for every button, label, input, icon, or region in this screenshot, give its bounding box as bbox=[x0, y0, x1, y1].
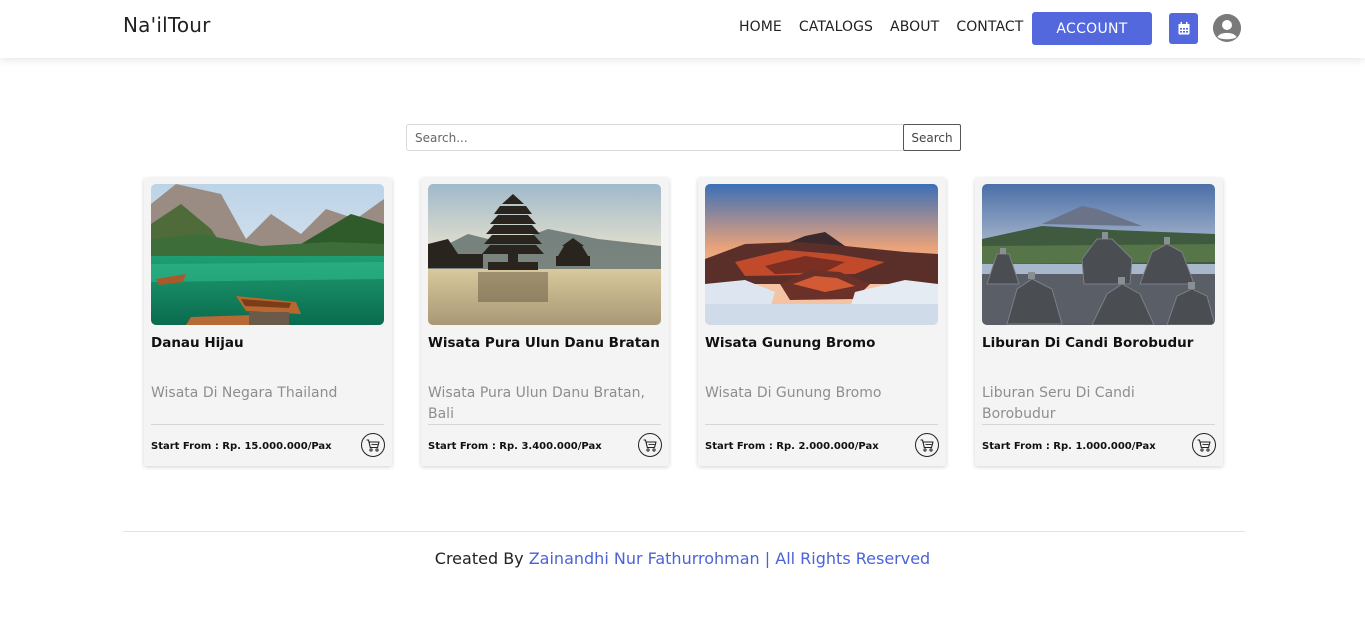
brand-logo[interactable]: Na'ilTour bbox=[123, 13, 211, 37]
tour-card[interactable]: Liburan Di Candi Borobudur Liburan Seru … bbox=[975, 178, 1223, 466]
nav-link-home[interactable]: HOME bbox=[739, 19, 782, 35]
tour-image bbox=[428, 184, 661, 325]
tour-card[interactable]: Wisata Pura Ulun Danu Bratan Wisata Pura… bbox=[421, 178, 669, 466]
user-avatar-icon[interactable] bbox=[1213, 14, 1241, 42]
tour-price: Start From : Rp. 1.000.000/Pax bbox=[982, 441, 1156, 452]
calendar-icon bbox=[1178, 22, 1189, 35]
nav-link-catalogs[interactable]: CATALOGS bbox=[799, 19, 873, 35]
cart-icon bbox=[920, 438, 934, 452]
tour-image bbox=[705, 184, 938, 325]
add-to-cart-button[interactable] bbox=[915, 433, 939, 457]
card-divider bbox=[982, 424, 1215, 425]
nav-links: HOME CATALOGS ABOUT CONTACT bbox=[739, 19, 1040, 35]
footer-credit-prefix: Created By bbox=[434, 549, 529, 568]
tour-description: Wisata Di Negara Thailand bbox=[151, 385, 338, 401]
tour-description: Wisata Di Gunung Bromo bbox=[705, 385, 882, 401]
add-to-cart-button[interactable] bbox=[361, 433, 385, 457]
tour-description: Wisata Pura Ulun Danu Bratan, Bali bbox=[428, 385, 645, 422]
search-bar: Search bbox=[406, 124, 961, 151]
tour-title[interactable]: Liburan Di Candi Borobudur bbox=[982, 335, 1218, 351]
tour-description: Liburan Seru Di Candi Borobudur bbox=[982, 385, 1135, 422]
card-divider bbox=[428, 424, 661, 425]
tour-title[interactable]: Danau Hijau bbox=[151, 335, 387, 351]
footer: Created By Zainandhi Nur Fathurrohman | … bbox=[0, 549, 1365, 568]
tour-image bbox=[982, 184, 1215, 325]
nav-link-contact[interactable]: CONTACT bbox=[956, 19, 1023, 35]
nav-link-about[interactable]: ABOUT bbox=[890, 19, 939, 35]
tour-image bbox=[151, 184, 384, 325]
tour-title[interactable]: Wisata Gunung Bromo bbox=[705, 335, 941, 351]
footer-author-link[interactable]: Zainandhi Nur Fathurrohman | All Rights … bbox=[529, 549, 930, 568]
tour-price: Start From : Rp. 3.400.000/Pax bbox=[428, 441, 602, 452]
add-to-cart-button[interactable] bbox=[638, 433, 662, 457]
search-input[interactable] bbox=[406, 124, 903, 151]
search-button[interactable]: Search bbox=[903, 124, 961, 151]
footer-divider bbox=[123, 531, 1245, 532]
tour-card[interactable]: Wisata Gunung Bromo Wisata Di Gunung Bro… bbox=[698, 178, 946, 466]
cart-icon bbox=[366, 438, 380, 452]
tour-title[interactable]: Wisata Pura Ulun Danu Bratan bbox=[428, 335, 664, 351]
add-to-cart-button[interactable] bbox=[1192, 433, 1216, 457]
tour-card[interactable]: Danau Hijau Wisata Di Negara Thailand St… bbox=[144, 178, 392, 466]
calendar-button[interactable] bbox=[1169, 13, 1198, 44]
tour-price: Start From : Rp. 15.000.000/Pax bbox=[151, 441, 332, 452]
account-button[interactable]: ACCOUNT bbox=[1032, 12, 1152, 45]
cart-icon bbox=[643, 438, 657, 452]
cart-icon bbox=[1197, 438, 1211, 452]
navbar: Na'ilTour HOME CATALOGS ABOUT CONTACT AC… bbox=[0, 0, 1365, 58]
tour-price: Start From : Rp. 2.000.000/Pax bbox=[705, 441, 879, 452]
card-divider bbox=[705, 424, 938, 425]
card-divider bbox=[151, 424, 384, 425]
